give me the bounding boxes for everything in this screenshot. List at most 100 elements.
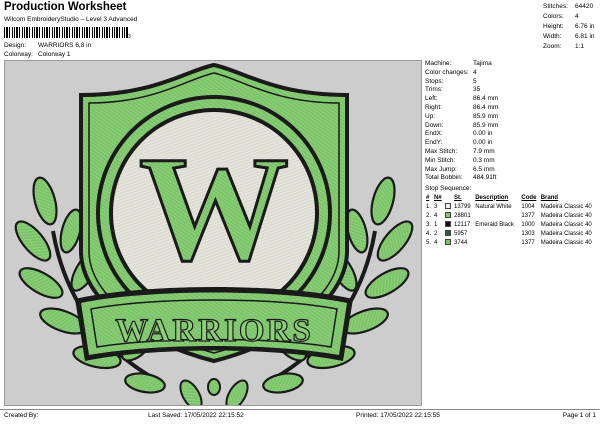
col-header-description: Description	[475, 194, 509, 201]
info-label: Left:	[425, 95, 438, 103]
info-value: 484.91ft	[473, 174, 497, 182]
thread-description	[474, 211, 520, 220]
thread-color-swatch	[444, 203, 451, 210]
stitch-count: 5957	[454, 230, 468, 237]
table-row: 3. 1 12117 Emerald Black 1000 Madeira Classic…	[425, 220, 600, 229]
summary-panel: Stitches: 64420 Colors: 4 Height: 6.76 in W…	[543, 2, 595, 52]
needle-number: 2	[433, 230, 438, 237]
info-label: EndY:	[425, 139, 443, 147]
table-header-row: # N# St. Description Code Brand	[425, 193, 600, 202]
stop-sequence-table: # N# St. Description Code Brand 1. 3 13799…	[425, 193, 600, 247]
barcode-digit: 3	[128, 34, 131, 40]
info-value: 85.9 mm	[473, 112, 499, 120]
summary-value: 4	[575, 13, 579, 20]
design-preview[interactable]: W WARRIORS	[4, 60, 422, 406]
info-value: 5	[473, 77, 477, 85]
design-label: Design:	[4, 42, 27, 49]
col-header-brand: Brand	[540, 194, 559, 201]
stitch-count: 28801	[454, 212, 471, 219]
summary-value: 6.76 in	[575, 23, 595, 30]
thread-description: Natural White	[475, 203, 512, 210]
stitch-count: 3744	[454, 239, 468, 246]
row-number: 5.	[426, 239, 432, 246]
software-subtitle: Wilcom EmbroideryStudio – Level 3 Advanc…	[4, 16, 138, 23]
info-value: Tajima	[473, 60, 492, 67]
summary-row: Height: 6.76 in	[543, 22, 595, 32]
thread-code: 1303	[521, 230, 535, 237]
summary-label: Zoom:	[543, 43, 562, 50]
color-swatch	[444, 238, 453, 247]
worksheet-title: Production Worksheet	[4, 1, 127, 13]
info-row: EndY: 0.00 in	[425, 139, 600, 148]
info-row: Right: 86.4 mm	[425, 104, 600, 113]
thread-code: 1004	[521, 203, 535, 210]
row-number: 3.	[426, 221, 432, 228]
info-label: Stops:	[425, 77, 444, 85]
info-label: Up:	[425, 112, 436, 120]
page-number: Page 1 of 1	[562, 412, 596, 419]
color-swatch	[444, 229, 453, 238]
info-row: Machine: Tajima	[425, 60, 600, 69]
info-value: 86.4 mm	[473, 95, 499, 103]
info-label: Trims:	[425, 86, 443, 94]
info-value: 0.00 in	[473, 139, 493, 147]
color-swatch	[444, 202, 453, 211]
info-label: Color changes:	[425, 68, 469, 76]
table-row: 4. 2 5957 1303 Madeira Classic 40	[425, 229, 600, 238]
info-value: 7.9 mm	[473, 147, 495, 155]
info-label: Machine:	[425, 60, 452, 67]
thread-code: 1377	[521, 239, 535, 246]
table-row: 1. 3 13799 Natural White 1004 Madeira Classic…	[425, 202, 600, 211]
info-value: 35	[473, 86, 481, 94]
info-row: Max Stitch: 7.9 mm	[425, 148, 600, 157]
table-row: 2. 4 28801 1377 Madeira Classic 40	[425, 211, 600, 220]
thread-code: 1377	[521, 212, 535, 219]
printed-date: Printed: 17/05/2022 22:15:55	[356, 412, 440, 419]
laurel-bottom	[179, 378, 249, 405]
emblem-letter: W	[139, 126, 289, 292]
needle-number: 1	[433, 221, 438, 228]
colorway-row: Colorway: Colorway 1	[4, 51, 71, 58]
summary-label: Width:	[543, 33, 562, 40]
col-header-swatch	[444, 193, 453, 202]
thread-brand: Madeira Classic 40	[540, 230, 592, 237]
thread-code: 1000	[521, 221, 535, 228]
info-row: Max Jump: 6.5 mm	[425, 166, 600, 175]
thread-description: Emerald Black	[475, 221, 514, 228]
info-row: EndX: 0.00 in	[425, 130, 600, 139]
machine-info-panel: Machine: Tajima Color changes: 4 Stops: 5 T…	[425, 60, 600, 247]
thread-brand: Madeira Classic 40	[540, 221, 592, 228]
info-value: 86.4 mm	[473, 103, 499, 111]
info-value: 85.9 mm	[473, 121, 499, 129]
footer-divider	[0, 409, 600, 410]
row-number: 1.	[426, 203, 432, 210]
design-row: Design: WARRIORS 6,8 in	[4, 42, 91, 49]
col-header-code: Code	[521, 194, 537, 201]
stitch-count: 13799	[454, 203, 471, 210]
row-number: 4.	[426, 230, 432, 237]
info-row: Stops: 5	[425, 78, 600, 87]
summary-label: Stitches:	[543, 3, 568, 10]
color-swatch	[444, 220, 453, 229]
summary-row: Width: 6.81 in	[543, 32, 595, 42]
info-label: Down:	[425, 121, 444, 129]
last-saved: Last Saved: 17/05/2022 22:15:52	[148, 412, 244, 419]
thread-brand: Madeira Classic 40	[540, 239, 592, 246]
needle-number: 4	[433, 212, 438, 219]
row-number: 2.	[426, 212, 432, 219]
thread-description	[474, 229, 520, 238]
color-swatch	[444, 211, 453, 220]
barcode	[4, 27, 128, 38]
info-label: Min Stitch:	[425, 156, 456, 164]
summary-row: Zoom: 1:1	[543, 42, 595, 52]
thread-brand: Madeira Classic 40	[540, 212, 592, 219]
summary-label: Colors:	[543, 13, 564, 20]
thread-description	[474, 238, 520, 247]
summary-value: 1:1	[575, 43, 585, 50]
info-row: Trims: 35	[425, 86, 600, 95]
summary-label: Height:	[543, 23, 564, 30]
needle-number: 4	[433, 239, 438, 246]
info-label: Max Stitch:	[425, 147, 458, 155]
thread-color-swatch	[444, 239, 451, 246]
banner-text: WARRIORS	[115, 313, 313, 349]
